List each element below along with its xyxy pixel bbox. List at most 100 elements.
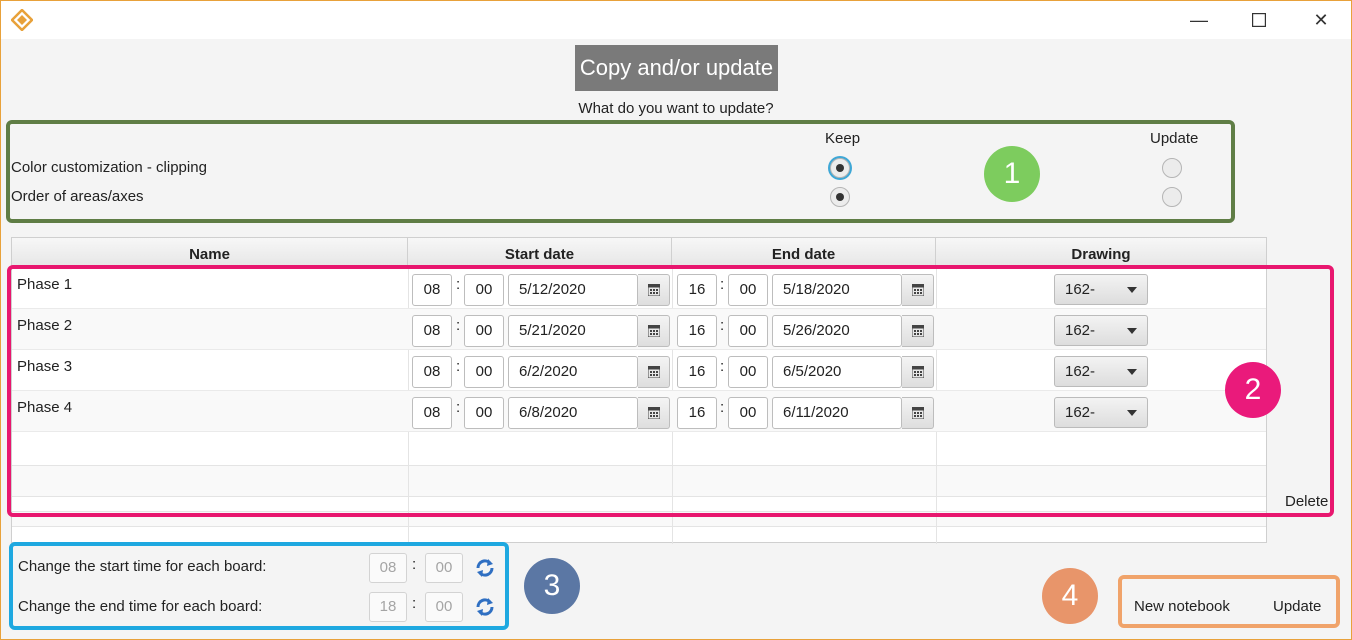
drawing-dropdown[interactable]: 162- (1054, 274, 1148, 305)
column-header-name: Name (12, 238, 408, 268)
drawing-value: 162- (1065, 322, 1096, 339)
time-separator: : (720, 399, 725, 416)
chevron-down-icon (1127, 328, 1137, 334)
chevron-down-icon (1127, 410, 1137, 416)
end-hour-field[interactable]: 16 (677, 315, 717, 347)
start-date-field[interactable]: 5/12/2020 (508, 274, 638, 306)
time-separator: : (456, 399, 461, 416)
phases-table: Name Start date End date Drawing Phase 1… (11, 237, 1267, 544)
table-header: Name Start date End date Drawing (12, 238, 1266, 268)
start-date-field[interactable]: 6/8/2020 (508, 397, 638, 429)
radio-color-keep[interactable] (830, 158, 850, 178)
annotation-badge-1: 1 (984, 146, 1040, 202)
radio-color-update[interactable] (1162, 158, 1182, 178)
update-column-header: Update (1150, 130, 1199, 147)
column-header-end-date: End date (672, 238, 936, 268)
table-row (12, 512, 1266, 527)
close-icon[interactable]: ✕ (1291, 1, 1351, 39)
calendar-icon[interactable] (638, 274, 670, 306)
title-bar: — ✕ (1, 1, 1351, 39)
drawing-value: 162- (1065, 404, 1096, 421)
phase-name: Phase 1 (17, 276, 73, 293)
end-time-label: Change the end time for each board: (18, 598, 263, 615)
start-minute-field[interactable]: 00 (464, 315, 504, 347)
delete-button[interactable]: Delete (1285, 493, 1328, 510)
time-separator: : (456, 276, 461, 293)
start-date-field[interactable]: 6/2/2020 (508, 356, 638, 388)
time-separator: : (456, 358, 461, 375)
option-label-color-customization: Color customization - clipping (11, 159, 207, 176)
chevron-down-icon (1127, 369, 1137, 375)
calendar-icon[interactable] (902, 274, 934, 306)
start-hour-field[interactable]: 08 (412, 397, 452, 429)
column-header-drawing: Drawing (1071, 246, 1131, 263)
board-start-hour-field[interactable]: 08 (369, 553, 407, 583)
end-hour-field[interactable]: 16 (677, 356, 717, 388)
time-separator: : (720, 358, 725, 375)
phase-name: Phase 3 (17, 358, 73, 375)
drawing-dropdown[interactable]: 162- (1054, 397, 1148, 428)
annotation-badge-3: 3 (524, 558, 580, 614)
update-question: What do you want to update? (578, 100, 774, 117)
calendar-icon[interactable] (902, 315, 934, 347)
update-button[interactable]: Update (1273, 598, 1321, 615)
time-separator: : (456, 317, 461, 334)
start-hour-field[interactable]: 08 (412, 315, 452, 347)
time-separator: : (720, 276, 725, 293)
minimize-icon[interactable]: — (1169, 1, 1229, 39)
end-date-field[interactable]: 5/18/2020 (772, 274, 902, 306)
refresh-end-icon[interactable] (474, 596, 496, 618)
chevron-down-icon (1127, 287, 1137, 293)
radio-order-update[interactable] (1162, 187, 1182, 207)
app-logo-icon (11, 9, 33, 31)
board-end-minute-field[interactable]: 00 (425, 592, 463, 622)
drawing-value: 162- (1065, 363, 1096, 380)
table-row[interactable]: Phase 2 08 : 00 5/21/2020 16 : 00 5/26/2… (12, 309, 1266, 350)
end-minute-field[interactable]: 00 (728, 315, 768, 347)
start-date-field[interactable]: 5/21/2020 (508, 315, 638, 347)
table-row (12, 466, 1266, 497)
board-start-minute-field[interactable]: 00 (425, 553, 463, 583)
radio-order-keep[interactable] (830, 187, 850, 207)
start-hour-field[interactable]: 08 (412, 356, 452, 388)
start-hour-field[interactable]: 08 (412, 274, 452, 306)
copy-update-title-button[interactable]: Copy and/or update (575, 45, 778, 91)
drawing-value: 162- (1065, 281, 1096, 298)
end-hour-field[interactable]: 16 (677, 397, 717, 429)
calendar-icon[interactable] (902, 356, 934, 388)
new-notebook-button[interactable]: New notebook (1134, 598, 1230, 615)
time-separator: : (720, 317, 725, 334)
calendar-icon[interactable] (902, 397, 934, 429)
refresh-start-icon[interactable] (474, 557, 496, 579)
end-date-field[interactable]: 5/26/2020 (772, 315, 902, 347)
table-row[interactable]: Phase 1 08 : 00 5/12/2020 16 : 00 5/18/2… (12, 268, 1266, 309)
phase-name: Phase 2 (17, 317, 73, 334)
maximize-icon[interactable] (1229, 1, 1289, 39)
start-minute-field[interactable]: 00 (464, 274, 504, 306)
keep-column-header: Keep (825, 130, 861, 147)
start-minute-field[interactable]: 00 (464, 356, 504, 388)
end-minute-field[interactable]: 00 (728, 274, 768, 306)
drawing-dropdown[interactable]: 162- (1054, 315, 1148, 346)
time-separator: : (412, 556, 417, 573)
calendar-icon[interactable] (638, 356, 670, 388)
end-minute-field[interactable]: 00 (728, 397, 768, 429)
drawing-dropdown[interactable]: 162- (1054, 356, 1148, 387)
table-row[interactable]: Phase 4 08 : 00 6/8/2020 16 : 00 6/11/20… (12, 391, 1266, 432)
end-hour-field[interactable]: 16 (677, 274, 717, 306)
start-time-label: Change the start time for each board: (18, 558, 267, 575)
board-end-hour-field[interactable]: 18 (369, 592, 407, 622)
option-label-order-of-areas: Order of areas/axes (11, 188, 144, 205)
start-minute-field[interactable]: 00 (464, 397, 504, 429)
annotation-badge-4: 4 (1042, 568, 1098, 624)
phase-name: Phase 4 (17, 399, 73, 416)
end-date-field[interactable]: 6/11/2020 (772, 397, 902, 429)
column-header-start-date: Start date (408, 238, 672, 268)
table-row[interactable]: Phase 3 08 : 00 6/2/2020 16 : 00 6/5/202… (12, 350, 1266, 391)
annotation-badge-2: 2 (1225, 362, 1281, 418)
calendar-icon[interactable] (638, 315, 670, 347)
calendar-icon[interactable] (638, 397, 670, 429)
table-row (12, 432, 1266, 466)
end-date-field[interactable]: 6/5/2020 (772, 356, 902, 388)
end-minute-field[interactable]: 00 (728, 356, 768, 388)
